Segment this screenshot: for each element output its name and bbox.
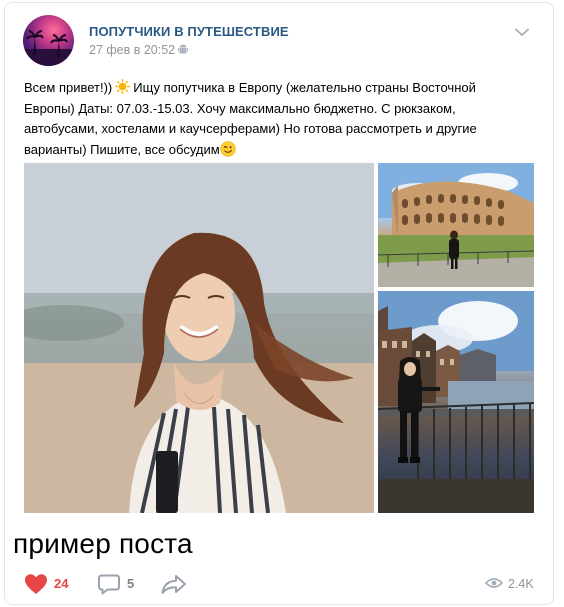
heart-icon[interactable] <box>24 573 48 595</box>
sun-emoji-icon <box>115 79 131 94</box>
post-text: Всем привет!)) Ищу попутчика в Европу (же… <box>24 78 524 160</box>
photo-portrait-girl[interactable] <box>24 163 374 513</box>
comment-count[interactable]: 5 <box>127 576 134 591</box>
like-count[interactable]: 24 <box>54 576 68 591</box>
photo-amsterdam-canal[interactable] <box>378 291 534 513</box>
caption-text: пример поста <box>13 528 193 559</box>
photo-colosseum[interactable] <box>378 163 534 287</box>
group-avatar[interactable] <box>23 15 74 66</box>
post-text-line: Всем привет!)) Ищу попутчика в Европу (же… <box>24 79 476 95</box>
share-icon[interactable] <box>161 574 187 594</box>
comment-icon[interactable] <box>98 574 120 595</box>
post-date[interactable]: 27 фев в 20:52 <box>89 43 175 57</box>
views-count: 2.4K <box>508 577 534 591</box>
android-icon <box>178 44 188 54</box>
post-text-line: Европы) Даты: 07.03.-15.03. Хочу максима… <box>24 100 456 116</box>
chevron-down-icon[interactable] <box>515 28 529 37</box>
eye-icon <box>485 578 503 588</box>
post-text-line: автобусами, хостелами и каучсерферами) Н… <box>24 121 477 136</box>
group-name-link[interactable]: ПОПУТЧИКИ В ПУТЕШЕСТВИЕ <box>89 24 289 39</box>
post-text-line: варианты) Пишите, все обсудим <box>24 140 524 161</box>
wink-emoji-icon <box>220 140 236 157</box>
